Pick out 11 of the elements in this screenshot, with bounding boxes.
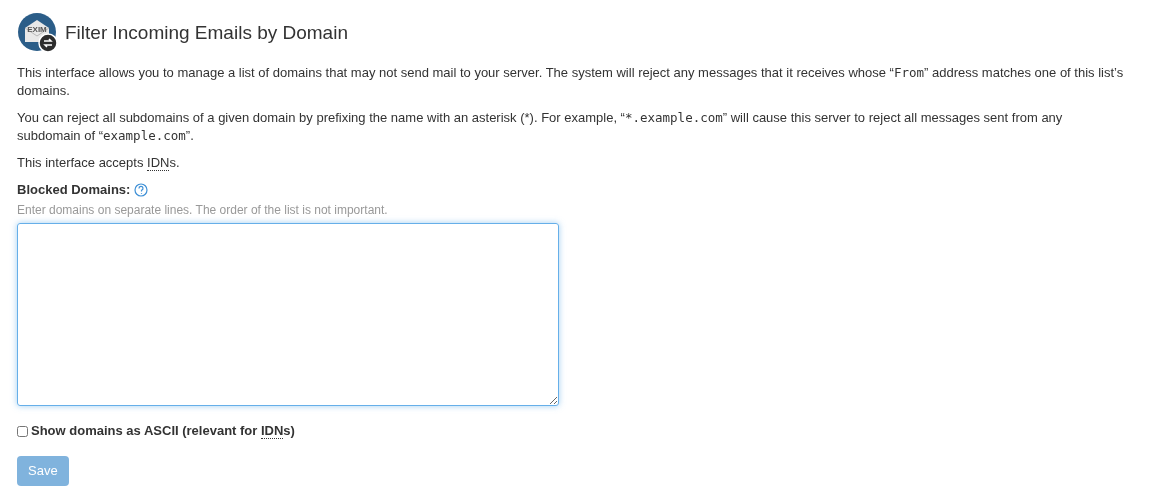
help-icon[interactable] [134,183,149,197]
page-title: Filter Incoming Emails by Domain [65,24,348,42]
description-text: You can reject all subdomains of a given domain by prefixing the name with an asterisk (*). For example, “*.example.com” will cause this server to reject all messages sent from any subdomain of “example.com”. [17,109,1064,145]
field-label: Blocked Domains: [17,181,131,199]
domains-field[interactable] [17,223,559,406]
description-text: This interface accepts IDNs. [17,154,181,172]
mail-logo-icon: EXIM [17,12,59,54]
help-text: Enter domains on separate lines. The order of the list is not important. [17,202,389,219]
checkbox-label: Show domains as ASCII (relevant for IDNs) [31,422,295,440]
ascii-checkbox[interactable] [17,425,28,437]
description-text: This interface allows you to manage a list of domains that may not send mail to your server. The system will reject any messages that it receives whose “From” address matches one of this list’s domains. [17,64,1125,100]
